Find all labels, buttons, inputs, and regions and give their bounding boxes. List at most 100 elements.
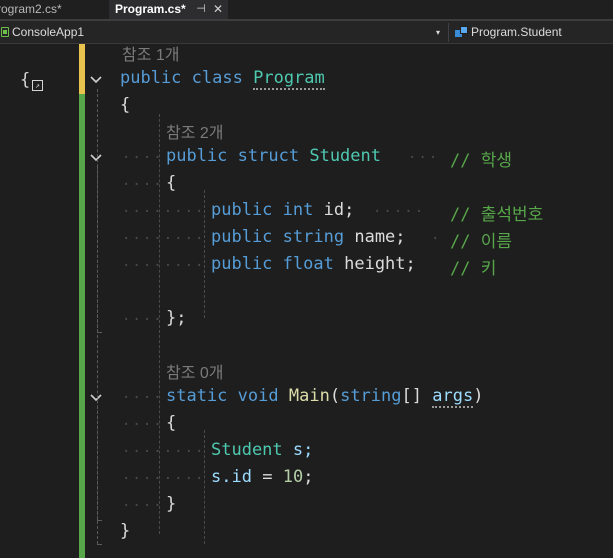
code-line-field: public int id; <box>211 200 354 220</box>
brace-glyph: { <box>20 70 31 90</box>
whitespace-marker: ···· <box>122 150 164 166</box>
field-name: name; <box>354 227 406 247</box>
type-keyword: int <box>282 200 314 220</box>
code-line-close-brace: } <box>120 521 131 541</box>
document-tab-strip: rogram2.cs* Program.cs* ⊣ ✕ <box>0 0 613 21</box>
outline-guide-end <box>97 544 102 545</box>
keyword: public <box>211 227 273 247</box>
member-access: s.id <box>211 467 252 487</box>
tab-label: rogram2.cs* <box>0 2 62 16</box>
code-line-class-declaration: public class Program <box>120 68 325 90</box>
type-keyword: string <box>340 386 402 406</box>
code-comment: // 키 <box>450 254 496 279</box>
saved-change-marker <box>79 94 85 558</box>
code-line-struct-close: }; <box>166 308 187 328</box>
tab-program2-cs[interactable]: rogram2.cs* <box>0 0 107 19</box>
code-line-variable-declaration: Student s; <box>211 440 313 460</box>
whitespace-marker: ···· <box>122 177 164 193</box>
code-line-struct-declaration: public struct Student <box>166 146 381 166</box>
whitespace-marker: ··· <box>408 150 440 166</box>
code-line-close-brace: } <box>166 494 177 514</box>
method-name: Main <box>288 386 330 406</box>
quick-action-icon[interactable]: { ↗ <box>20 70 46 94</box>
whitespace-marker: ········ <box>122 231 206 247</box>
codelens-references[interactable]: 참조 0개 <box>166 359 224 383</box>
whitespace-marker: ···· <box>122 498 164 514</box>
code-line-main-declaration: static void Main(string[] args) <box>166 386 484 408</box>
comment-text: 키 <box>480 259 497 278</box>
navigation-bar: ConsoleApp1 ▾ Program.Student <box>0 21 613 44</box>
whitespace-marker: ···· <box>122 312 164 328</box>
code-line-field: public float height; <box>211 254 416 274</box>
keyword: public <box>211 200 273 220</box>
field-name: height; <box>344 254 416 274</box>
comment-text: 이름 <box>480 232 513 251</box>
code-comment: // 이름 <box>450 227 512 252</box>
arrow-glyph: ↗ <box>32 80 43 91</box>
whitespace-marker: ········ <box>122 204 206 220</box>
whitespace-marker: ···· <box>122 417 164 433</box>
type-name: Program.Student <box>471 25 562 39</box>
struct-name: Student <box>309 146 381 166</box>
whitespace-marker: ····· <box>373 204 426 220</box>
keyword: static <box>166 386 228 406</box>
project-name: ConsoleApp1 <box>12 25 85 39</box>
code-line-open-brace: { <box>166 173 177 193</box>
keyword: public <box>211 254 273 274</box>
whitespace-marker: ········ <box>122 444 206 460</box>
code-line-field: public string name; <box>211 227 406 247</box>
keyword: class <box>191 68 243 88</box>
parameter-name: args <box>432 386 474 408</box>
type-keyword: string <box>282 227 345 247</box>
unsaved-change-marker <box>79 44 85 94</box>
keyword: struct <box>237 146 300 166</box>
type-name: Student <box>211 440 283 460</box>
code-editor[interactable]: { ↗ 참조 1개 참조 2개 참조 0개 ···· ···· ········… <box>0 44 613 558</box>
paren-close: ) <box>473 386 484 406</box>
variable-name: s; <box>292 440 314 460</box>
whitespace-marker: ········ <box>122 258 206 274</box>
fold-chevron-icon[interactable] <box>90 152 102 164</box>
fold-chevron-icon[interactable] <box>90 392 102 404</box>
class-name: Program <box>253 68 325 90</box>
codelens-references[interactable]: 참조 1개 <box>122 41 180 65</box>
comment-text: 학생 <box>480 151 513 170</box>
chevron-down-icon: ▾ <box>436 28 441 37</box>
outline-guide-end <box>97 520 102 521</box>
fold-chevron-icon[interactable] <box>90 74 102 86</box>
comment-marker: // <box>450 205 471 225</box>
tab-program-cs[interactable]: Program.cs* ⊣ ✕ <box>109 0 228 19</box>
outline-guide <box>97 166 98 332</box>
csharp-project-icon <box>1 27 9 37</box>
code-line-open-brace: { <box>166 413 177 433</box>
code-comment: // 출석번호 <box>450 200 543 225</box>
semicolon: ; <box>303 467 314 487</box>
project-dropdown[interactable]: ConsoleApp1 ▾ <box>0 23 449 42</box>
keyword: public <box>166 146 228 166</box>
comment-text: 출석번호 <box>480 205 544 224</box>
whitespace-marker: ···· <box>122 390 164 406</box>
comment-marker: // <box>450 232 471 252</box>
operator: = <box>262 467 273 487</box>
code-comment: // 학생 <box>450 146 512 171</box>
keyword: public <box>120 68 182 88</box>
code-line-open-brace: { <box>120 95 131 115</box>
comment-marker: // <box>450 151 471 171</box>
outline-guide <box>97 406 98 520</box>
whitespace-marker: · <box>431 231 442 247</box>
comment-marker: // <box>450 259 471 279</box>
code-line-assignment: s.id = 10; <box>211 467 313 487</box>
type-dropdown[interactable]: Program.Student <box>452 23 613 42</box>
field-name: id; <box>323 200 355 220</box>
codelens-references[interactable]: 참조 2개 <box>166 119 224 143</box>
whitespace-marker: ········ <box>122 471 206 487</box>
close-icon[interactable]: ✕ <box>212 0 224 19</box>
paren-open: ( <box>329 386 341 406</box>
keyword: void <box>237 386 279 406</box>
number-literal: 10 <box>282 467 304 487</box>
array-brackets: [] <box>401 386 422 406</box>
tab-label: Program.cs* <box>115 2 186 16</box>
struct-icon <box>455 26 468 38</box>
type-keyword: float <box>282 254 334 274</box>
pin-icon[interactable]: ⊣ <box>195 0 207 19</box>
